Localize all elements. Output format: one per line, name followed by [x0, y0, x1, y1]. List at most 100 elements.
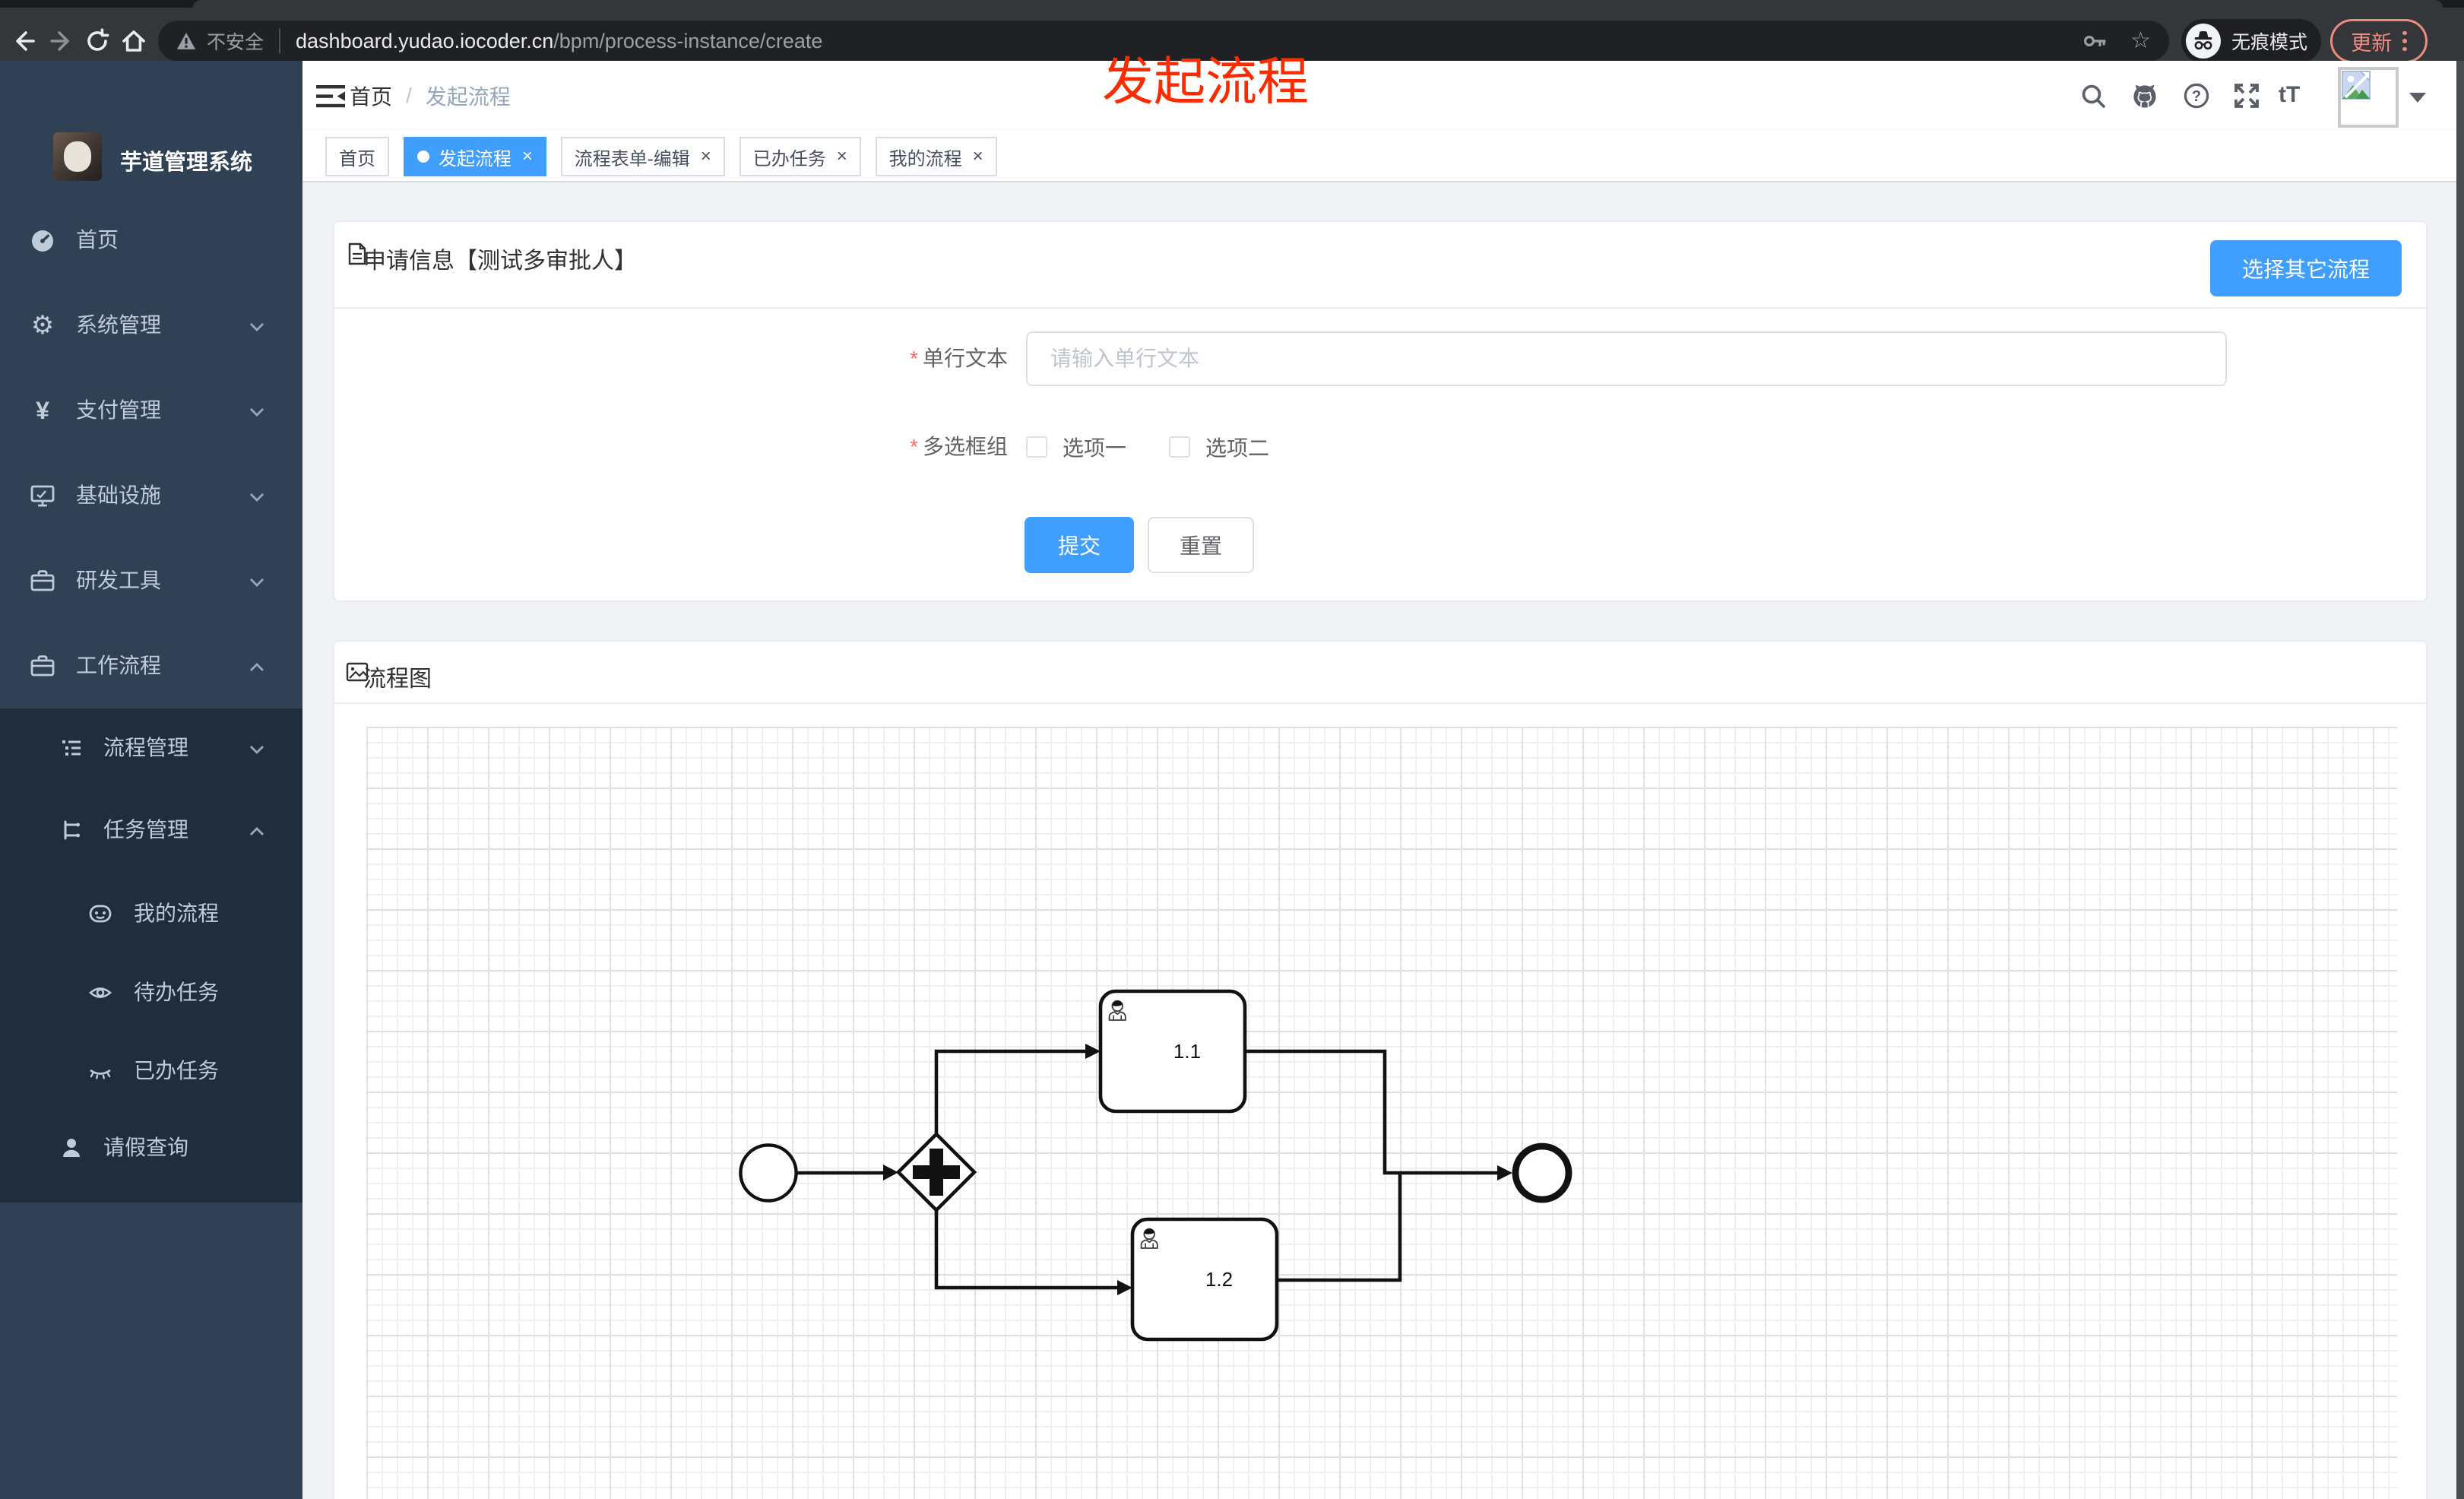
home-icon[interactable]	[120, 27, 147, 55]
checkbox-option-1[interactable]	[1026, 436, 1047, 458]
required-mark: *	[910, 347, 918, 370]
text-field-label: * 单行文本	[910, 347, 1008, 370]
briefcase-icon	[29, 652, 56, 680]
breadcrumb-current: 发起流程	[425, 85, 511, 109]
arrowhead	[1085, 1044, 1101, 1059]
chevron-down-icon	[250, 493, 264, 502]
reload-icon[interactable]	[84, 27, 111, 55]
edge-gateway-to-task1	[934, 1049, 1087, 1134]
start-event[interactable]	[739, 1143, 798, 1203]
single-line-text-input[interactable]	[1026, 331, 2227, 386]
sidebar-item-dev-tools[interactable]: 研发工具	[0, 538, 302, 623]
page-scrollbar[interactable]	[2456, 61, 2464, 1499]
arrowhead	[1117, 1280, 1132, 1295]
sidebar-item-process-mgmt[interactable]: 流程管理	[0, 708, 302, 788]
edge-task1-to-end	[1245, 1049, 1499, 1175]
main-content: 申请信息【测试多审批人】 选择其它流程 *单行文本 *多选框组 选项一 选项二 …	[302, 182, 2464, 1499]
task-label: 1.2	[1205, 1268, 1233, 1291]
tag-start-process[interactable]: 发起流程 ×	[403, 137, 546, 176]
incognito-badge: 无痕模式	[2181, 19, 2321, 63]
avatar[interactable]	[2338, 67, 2399, 128]
bookmark-star-icon[interactable]: ☆	[2130, 30, 2151, 52]
eye-icon	[88, 981, 112, 1005]
chrome-menu-icon[interactable]	[2402, 30, 2407, 52]
breadcrumb: 首页 / 发起流程	[350, 61, 511, 131]
fullscreen-icon[interactable]	[2233, 82, 2260, 109]
breadcrumb-home[interactable]: 首页	[350, 81, 392, 111]
sidebar-item-done-tasks[interactable]: 已办任务	[0, 1032, 302, 1110]
bpmn-canvas[interactable]: 1.1 1.2	[366, 727, 2397, 1499]
sidebar-item-task-mgmt[interactable]: 任务管理	[0, 789, 302, 871]
app-title: 芋道管理系统	[120, 151, 253, 175]
chevron-down-icon	[250, 578, 264, 587]
checkbox-option-1-label[interactable]: 选项一	[1063, 432, 1126, 462]
close-icon[interactable]: ×	[837, 147, 847, 166]
chrome-update-button[interactable]: 更新	[2330, 19, 2428, 63]
sidebar-item-home[interactable]: 首页	[0, 198, 302, 283]
workflow-submenu: 流程管理 任务管理 我的流程 待办任务 已办任务 请假查询	[0, 708, 302, 1203]
font-size-icon[interactable]: tT	[2279, 82, 2300, 108]
sidebar-item-leave-query[interactable]: 请假查询	[0, 1110, 302, 1186]
annotation-title: 发起流程	[1102, 53, 1310, 111]
not-secure-warning-icon	[176, 33, 196, 49]
app-header: 首页 / 发起流程 ? tT	[302, 61, 2464, 131]
password-key-icon[interactable]	[2082, 27, 2109, 55]
sidebar-item-todo-tasks[interactable]: 待办任务	[0, 953, 302, 1032]
url-path: /bpm/process-instance/create	[553, 29, 823, 52]
chevron-down-icon[interactable]	[2409, 93, 2426, 103]
breadcrumb-separator: /	[406, 84, 412, 107]
chevron-up-icon	[250, 827, 264, 835]
gateway-plus-icon	[930, 1149, 943, 1196]
chevron-down-icon	[250, 408, 264, 417]
flow-branch-icon	[59, 818, 84, 842]
close-icon[interactable]: ×	[973, 147, 983, 166]
back-icon[interactable]	[11, 27, 38, 55]
checkbox-option-2[interactable]	[1169, 436, 1191, 458]
tag-my-process[interactable]: 我的流程 ×	[875, 137, 997, 176]
monitor-icon	[29, 482, 56, 509]
gear-icon: ⚙	[30, 311, 55, 340]
broken-image-icon	[2342, 71, 2371, 100]
search-icon[interactable]	[2079, 82, 2107, 109]
browser-tab[interactable]	[193, 0, 2443, 8]
reset-button[interactable]: 重置	[1148, 517, 1254, 573]
arrowhead	[883, 1165, 898, 1181]
forward-icon[interactable]	[47, 27, 74, 55]
url-text[interactable]: dashboard.yudao.iocoder.cn/bpm/process-i…	[296, 30, 822, 53]
tag-home[interactable]: 首页	[325, 137, 389, 176]
url-host: dashboard.yudao.iocoder.cn	[296, 29, 554, 52]
close-icon[interactable]: ×	[522, 147, 533, 166]
hamburger-collapse-icon[interactable]	[316, 85, 345, 108]
sidebar-item-payment[interactable]: ¥ 支付管理	[0, 368, 302, 453]
update-label: 更新	[2351, 31, 2393, 55]
chevron-up-icon	[250, 663, 264, 671]
close-icon[interactable]: ×	[701, 147, 711, 166]
sidebar-item-system[interactable]: ⚙ 系统管理	[0, 283, 302, 368]
github-icon[interactable]	[2131, 82, 2158, 109]
end-event[interactable]	[1512, 1142, 1572, 1203]
checkbox-option-2-label[interactable]: 选项二	[1205, 432, 1269, 462]
yen-icon: ¥	[36, 397, 49, 424]
app-logo	[53, 132, 102, 181]
submit-button[interactable]: 提交	[1025, 517, 1134, 573]
help-icon[interactable]: ?	[2183, 82, 2210, 109]
edge-gateway-to-task2	[934, 1210, 1119, 1290]
tag-form-edit[interactable]: 流程表单-编辑 ×	[560, 137, 725, 176]
security-label[interactable]: 不安全	[207, 27, 264, 55]
arrowhead	[1497, 1165, 1512, 1181]
sidebar-item-my-process[interactable]: 我的流程	[0, 874, 302, 953]
checkbox-group-label: * 多选框组	[910, 435, 1008, 458]
card-title: 申请信息【测试多审批人】	[363, 249, 637, 274]
card-title: 流程图	[363, 667, 432, 692]
svg-text:?: ?	[2192, 88, 2201, 105]
incognito-icon	[2186, 24, 2221, 59]
sidebar-item-workflow[interactable]: 工作流程	[0, 623, 302, 708]
choose-other-process-button[interactable]: 选择其它流程	[2210, 240, 2402, 296]
tag-done-tasks[interactable]: 已办任务 ×	[739, 137, 861, 176]
checkbox-group: 选项一 选项二	[1026, 420, 1269, 474]
sidebar-item-infrastructure[interactable]: 基础设施	[0, 453, 302, 538]
card-header-divider	[334, 307, 2426, 309]
required-mark: *	[910, 435, 918, 458]
tags-view-bar: 首页 发起流程 × 流程表单-编辑 × 已办任务 × 我的流程 ×	[302, 131, 2464, 182]
incognito-label: 无痕模式	[2231, 32, 2308, 53]
